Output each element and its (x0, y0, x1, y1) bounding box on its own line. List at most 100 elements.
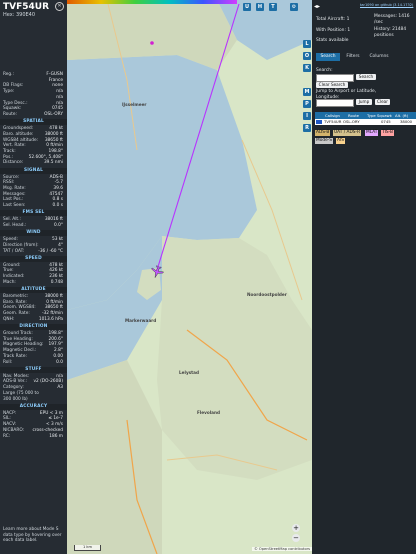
flag-icon (316, 120, 322, 124)
place-label: Noordoostpolder (247, 292, 287, 297)
info-key: Roll: (3, 359, 13, 365)
info-value: -36 / -60 °C (38, 248, 63, 254)
with-position-label: With Position: 1 (316, 28, 351, 33)
info-key: Distance: (3, 160, 24, 166)
section-header-fms: FMS SEL (0, 210, 67, 217)
info-key: QNH: (3, 316, 15, 322)
history-count: History: 21484 positions (374, 27, 407, 38)
info-key: 300 000 lb) (3, 396, 28, 402)
clear-button[interactable]: Clear (375, 99, 390, 105)
close-icon[interactable]: ✕ (55, 2, 64, 11)
col-callsign[interactable]: Callsign (325, 112, 340, 119)
map-button-t[interactable]: T (269, 3, 277, 11)
cell-callsign: TVF54UR (324, 119, 342, 124)
zoom-in-button[interactable]: + (292, 524, 300, 532)
total-aircraft-label: Total Aircraft: 1 (316, 17, 350, 22)
col-squawk[interactable]: Squawk (377, 112, 392, 119)
section-header-direction: DIRECTION (0, 324, 67, 330)
cell-route: OSL-ORY (343, 119, 360, 124)
altitude-colorbar (67, 0, 237, 4)
info-row: Mach: 0.748 (3, 280, 63, 286)
map-button-p[interactable]: P (303, 100, 311, 108)
map-button-m[interactable]: M (303, 88, 311, 96)
map-button-u[interactable]: U (243, 3, 251, 11)
map-button-k[interactable]: K (303, 64, 311, 72)
map-button-i[interactable]: I (303, 112, 311, 120)
map-view[interactable]: IJsselmeer Lelystad Flevoland Noordoostp… (67, 0, 312, 554)
settings-gear-icon[interactable]: ⚙ (290, 3, 298, 11)
cell-squawk: 0745 (381, 119, 391, 124)
col-route[interactable]: Route (348, 112, 359, 119)
map-canvas (67, 0, 312, 554)
section-header-speed: SPEED (0, 255, 67, 262)
info-value: OSL-ORY (44, 111, 63, 117)
info-value: 0.0 (56, 359, 63, 365)
legend-uat: UAT / ADS-R (333, 130, 362, 136)
section-header-accuracy: ACCURACY (0, 403, 67, 410)
legend-ais: AIS (336, 138, 345, 144)
place-label: Lelystad (179, 370, 199, 375)
version-link[interactable]: tar1090 on github (3.14.1732) (360, 3, 413, 7)
legend-mlat: MLAT (365, 130, 379, 136)
table-row[interactable]: TVF54UR OSL-ORY 0745 38000 (315, 119, 416, 125)
info-row: Last Seen: 0.0 s (3, 203, 63, 209)
callsign-title: TVF54UR (3, 2, 50, 12)
info-row: Sel. Head.: 0.0° (3, 223, 63, 229)
legend-tisb: TIS-B (381, 130, 394, 136)
place-label: Markerwaard (125, 318, 157, 323)
tab-search[interactable]: Search (316, 53, 340, 61)
info-key: Sel. Head.: (3, 222, 27, 228)
scale-bar: 1 km (74, 545, 101, 551)
info-note: Learn more about Mode S data type by hov… (3, 527, 62, 543)
map-button-h[interactable]: H (256, 3, 264, 11)
stats-link[interactable]: Stats available (316, 38, 376, 44)
jump-input[interactable] (316, 99, 354, 107)
info-key: Mach: (3, 279, 16, 285)
map-button-r[interactable]: R (303, 124, 311, 132)
messages-rate: Messages: 1416 /sec (374, 14, 410, 25)
hex-label: Hex: 390E40 (3, 12, 36, 18)
info-value: 1013.6 hPa (38, 316, 63, 322)
jump-button[interactable]: Jump (356, 99, 372, 105)
tab-columns[interactable]: Columns (366, 53, 392, 61)
collapse-arrow-icon[interactable]: ◂▸ (314, 3, 321, 10)
info-key: Route: (3, 111, 17, 117)
legend-adsb: ADS-B (315, 130, 331, 136)
map-button-o[interactable]: O (303, 52, 311, 60)
search-button[interactable]: Search (356, 74, 376, 80)
zoom-out-button[interactable]: − (292, 534, 300, 542)
info-key: RC: (3, 433, 11, 439)
aircraft-table: Callsign Route Type Squawk Alt. (ft) TVF… (315, 112, 416, 125)
info-row: QNH: 1013.6 hPa (3, 317, 63, 323)
search-input[interactable] (316, 74, 354, 82)
search-label: Search: (316, 68, 333, 73)
info-row: Roll: 0.0 (3, 360, 63, 366)
info-value: 0.0 s (52, 203, 63, 208)
table-header: Callsign Route Type Squawk Alt. (ft) (315, 112, 416, 119)
info-key: TAT / OAT: (3, 248, 25, 254)
section-header-signal: SIGNAL (0, 167, 67, 174)
place-label: Flevoland (197, 410, 220, 415)
info-row: TAT / OAT: -36 / -60 °C (3, 249, 63, 255)
sidebar-panel: ◂▸ tar1090 on github (3.14.1732) Total A… (312, 0, 416, 554)
info-row: Distance: 39.5 nmi (3, 160, 63, 166)
info-row: Route: OSL-ORY (3, 112, 63, 118)
col-altitude[interactable]: Alt. (ft) (395, 112, 408, 119)
info-value: 39.5 nmi (43, 160, 63, 166)
tab-bar: Search Filters Columns (316, 53, 412, 61)
info-row: RC: 186 m (3, 434, 63, 440)
place-label: IJsselmeer (122, 102, 147, 107)
clear-search-button[interactable]: Clear Search (316, 82, 348, 88)
section-header-spatial: SPATIAL (0, 119, 67, 126)
section-header-altitude: ALTITUDE (0, 287, 67, 293)
col-type[interactable]: Type (367, 112, 376, 119)
info-key: Last Seen: (3, 203, 26, 208)
cell-altitude: 38000 (400, 119, 413, 124)
aircraft-info-panel: TVF54UR Hex: 390E40 ✕ Reg.: F-GUSN France D… (0, 0, 67, 554)
map-attribution[interactable]: © OpenStreetMap contributors (252, 547, 312, 551)
info-value: 0.0° (54, 222, 63, 228)
tab-filters[interactable]: Filters (342, 53, 364, 61)
map-button-l[interactable]: L (303, 40, 311, 48)
section-header-stuff: STUFF (0, 366, 67, 373)
info-row: 300 000 lb) (3, 397, 63, 403)
